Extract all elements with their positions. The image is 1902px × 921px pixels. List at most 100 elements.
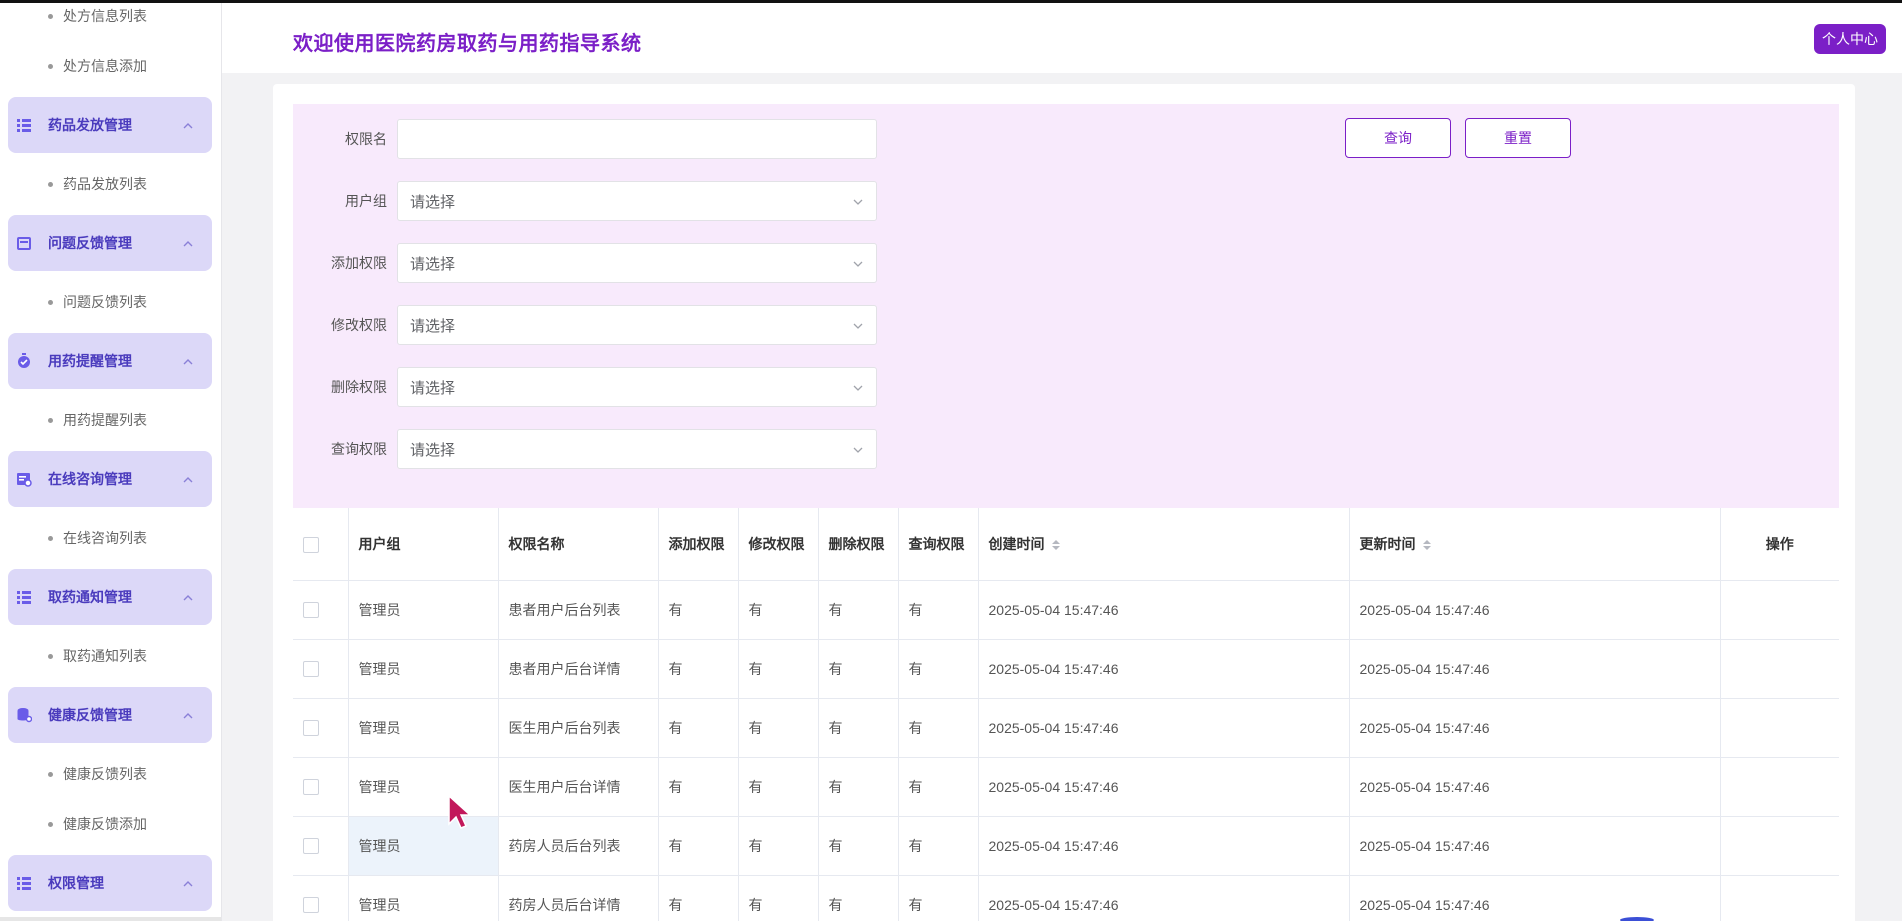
table-cell: 有 [818, 875, 899, 921]
actions-cell [1720, 698, 1839, 758]
actions-cell [1720, 757, 1839, 817]
row-checkbox[interactable] [303, 897, 319, 914]
row-checkbox[interactable] [303, 779, 319, 796]
chevron-up-icon[interactable] [182, 119, 194, 131]
actions-cell [1720, 580, 1839, 640]
chevron-up-icon[interactable] [182, 591, 194, 603]
sidebar-item-9[interactable]: 在线咨询列表 [0, 513, 221, 563]
field-label: 用户组 [345, 193, 387, 209]
chevron-up-icon[interactable] [182, 709, 194, 721]
query-button[interactable]: 查询 [1345, 118, 1451, 158]
select-field[interactable]: 请选择 [397, 181, 877, 221]
sidebar-group-8[interactable]: 在线咨询管理 [8, 451, 212, 507]
user-center-button[interactable]: 个人中心 [1814, 24, 1886, 54]
chevron-up-icon[interactable] [182, 237, 194, 249]
table-cell: 有 [898, 757, 979, 817]
reset-button[interactable]: 重置 [1465, 118, 1571, 158]
sidebar-group-label: 权限管理 [48, 875, 104, 891]
table-cell: 2025-05-04 15:47:46 [978, 816, 1350, 876]
sidebar-item-16[interactable]: 权限列表 [0, 917, 221, 921]
row-select-cell [293, 580, 349, 640]
sidebar-group-4[interactable]: 问题反馈管理 [8, 215, 212, 271]
sidebar-group-12[interactable]: 健康反馈管理 [8, 687, 212, 743]
select-value: 请选择 [410, 441, 456, 459]
column-header: 权限名称 [498, 508, 659, 581]
select-field[interactable]: 请选择 [397, 243, 877, 283]
sort-icon[interactable] [1422, 538, 1432, 552]
table-cell: 管理员 [348, 875, 499, 921]
sidebar-group-2[interactable]: 药品发放管理 [8, 97, 212, 153]
sidebar-item-14[interactable]: 健康反馈添加 [0, 799, 221, 849]
sidebar-group-6[interactable]: 用药提醒管理 [8, 333, 212, 389]
select-all-checkbox[interactable] [303, 537, 319, 554]
select-value: 请选择 [410, 379, 456, 397]
sidebar-item-label: 处方信息列表 [63, 8, 147, 24]
table-cell: 2025-05-04 15:47:46 [1349, 580, 1721, 640]
select-value: 请选择 [410, 317, 456, 335]
row-checkbox[interactable] [303, 838, 319, 855]
row-checkbox[interactable] [303, 602, 319, 619]
table-row[interactable]: 管理员 药房人员后台详情有有有有 2025-05-04 15:47:46 2025-0… [293, 875, 1839, 921]
table-cell: 有 [738, 757, 819, 817]
sidebar: 处方信息列表 处方信息添加 药品发放管理 药品发放列表 问题反馈管理 问题反馈列表 用药提醒… [0, 0, 222, 921]
permission-name-input[interactable] [397, 119, 877, 159]
chevron-up-icon[interactable] [182, 355, 194, 367]
bullet-dot-icon [48, 771, 53, 777]
row-select-cell [293, 698, 349, 758]
permission-table: 用户组 权限名称 添加权限 修改权限 删除权限 查询权限 创建时间 更新时间 操作 管理员 患者用… [293, 508, 1839, 921]
sidebar-group-label: 问题反馈管理 [48, 235, 132, 251]
table-row[interactable]: 管理员 药房人员后台列表有有有有 2025-05-04 15:47:46 2025-0… [293, 816, 1839, 876]
column-header-label: 操作 [1765, 535, 1794, 552]
column-header[interactable]: 更新时间 [1349, 508, 1721, 581]
select-field[interactable]: 请选择 [397, 429, 877, 469]
floating-indicator [1620, 917, 1654, 921]
table-cell: 管理员 [348, 698, 499, 758]
chevron-down-icon [852, 443, 864, 455]
search-field-row: 用户组 请选择 [293, 180, 877, 222]
sidebar-item-11[interactable]: 取药通知列表 [0, 631, 221, 681]
column-header-label: 创建时间 [988, 535, 1045, 552]
sidebar-item-3[interactable]: 药品发放列表 [0, 159, 221, 209]
table-cell: 2025-05-04 15:47:46 [1349, 816, 1721, 876]
list-icon [16, 875, 32, 891]
sidebar-item-label: 健康反馈列表 [63, 766, 147, 782]
sidebar-item-0[interactable]: 处方信息列表 [0, 0, 221, 41]
table-cell: 2025-05-04 15:47:46 [1349, 639, 1721, 699]
field-label: 查询权限 [331, 441, 387, 457]
table-row[interactable]: 管理员 患者用户后台列表有有有有 2025-05-04 15:47:46 2025-0… [293, 580, 1839, 640]
column-header: 修改权限 [738, 508, 819, 581]
table-cell: 有 [818, 580, 899, 640]
search-field-row: 权限名 [293, 118, 877, 160]
sidebar-item-1[interactable]: 处方信息添加 [0, 41, 221, 91]
select-all-cell [293, 508, 349, 581]
sort-icon[interactable] [1051, 538, 1061, 552]
table-row[interactable]: 管理员 医生用户后台详情有有有有 2025-05-04 15:47:46 2025-0… [293, 757, 1839, 817]
chevron-down-icon [852, 381, 864, 393]
table-cell: 2025-05-04 15:47:46 [978, 875, 1350, 921]
column-header-label: 权限名称 [508, 535, 565, 552]
table-cell: 有 [898, 875, 979, 921]
sidebar-group-10[interactable]: 取药通知管理 [8, 569, 212, 625]
table-row[interactable]: 管理员 患者用户后台详情有有有有 2025-05-04 15:47:46 2025-0… [293, 639, 1839, 699]
table-cell: 药房人员后台列表 [498, 816, 659, 876]
table-cell: 有 [738, 816, 819, 876]
sidebar-group-label: 药品发放管理 [48, 117, 132, 133]
table-cell: 有 [898, 698, 979, 758]
chevron-down-icon [852, 319, 864, 331]
table-cell: 有 [738, 580, 819, 640]
chevron-up-icon[interactable] [182, 473, 194, 485]
table-cell: 管理员 [348, 816, 499, 876]
sidebar-item-13[interactable]: 健康反馈列表 [0, 749, 221, 799]
table-row[interactable]: 管理员 医生用户后台列表有有有有 2025-05-04 15:47:46 2025-0… [293, 698, 1839, 758]
column-header-label: 用户组 [358, 535, 401, 552]
sidebar-group-15[interactable]: 权限管理 [8, 855, 212, 911]
select-field[interactable]: 请选择 [397, 305, 877, 345]
sidebar-item-5[interactable]: 问题反馈列表 [0, 277, 221, 327]
sidebar-item-7[interactable]: 用药提醒列表 [0, 395, 221, 445]
search-panel: 权限名 用户组 请选择 添加权限 请选择 修改权限 请选择 删除权限 请选择 查询权限 请选择 查询… [293, 104, 1839, 508]
column-header[interactable]: 创建时间 [978, 508, 1350, 581]
chevron-up-icon[interactable] [182, 877, 194, 889]
select-field[interactable]: 请选择 [397, 367, 877, 407]
row-checkbox[interactable] [303, 720, 319, 737]
row-checkbox[interactable] [303, 661, 319, 678]
